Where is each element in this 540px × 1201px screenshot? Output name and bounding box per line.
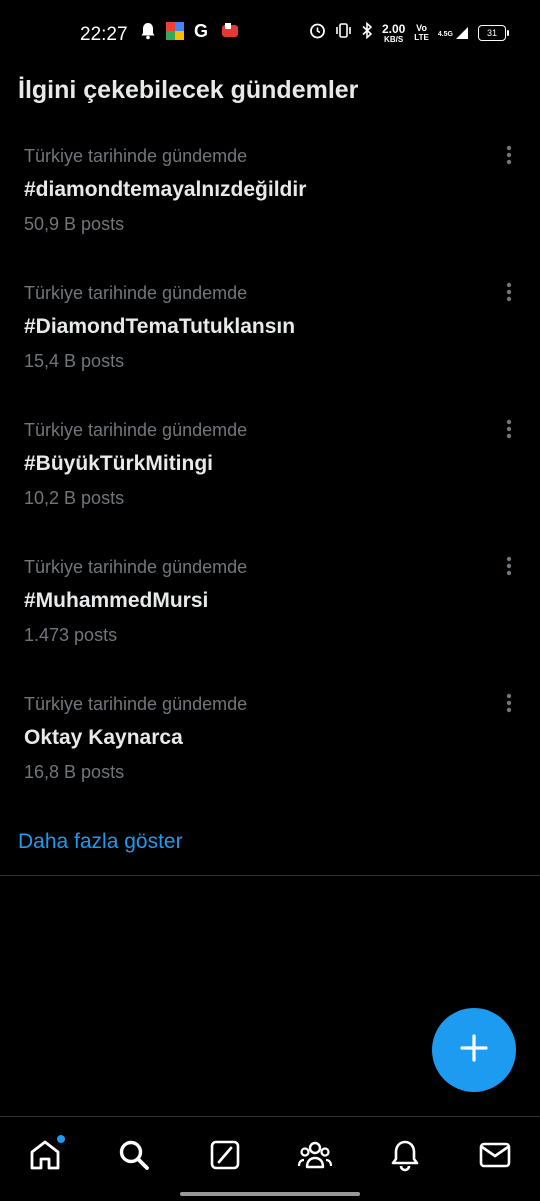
nav-messages[interactable] [477, 1139, 513, 1175]
volte-top: Vo [416, 23, 427, 33]
google-g-icon: G [194, 21, 210, 45]
vibrate-icon [335, 22, 352, 44]
trend-item[interactable]: Türkiye tarihinde gündemde #DiamondTemaT… [0, 282, 540, 420]
app-red-icon [220, 22, 240, 45]
network-speed: 2.00 KB/S [382, 23, 405, 44]
trend-name[interactable]: Oktay Kaynarca [24, 726, 183, 750]
trend-post-count: 16,8 B posts [24, 762, 125, 782]
battery-icon: 31 [478, 25, 509, 41]
trend-name[interactable]: #BüyükTürkMitingi [24, 452, 213, 476]
nav-grok[interactable] [207, 1139, 243, 1175]
battery-level: 31 [486, 28, 497, 38]
trend-item[interactable]: Türkiye tarihinde gündemde #MuhammedMurs… [0, 556, 540, 694]
network-speed-unit: KB/S [384, 34, 404, 44]
nav-notifications[interactable] [387, 1139, 423, 1175]
trend-context: Türkiye tarihinde gündemde [24, 420, 248, 440]
volte-indicator: Vo LTE [414, 23, 429, 43]
system-icons: 2.00 KB/S Vo LTE 4.5G 31 [309, 21, 509, 44]
more-options-icon[interactable] [496, 416, 522, 442]
trend-context: Türkiye tarihinde gündemde [24, 557, 248, 577]
network-speed-value: 2.00 [381, 21, 406, 36]
notification-icons: G [140, 21, 240, 45]
trend-context: Türkiye tarihinde gündemde [24, 283, 248, 303]
trend-post-count: 10,2 B posts [24, 488, 125, 508]
nav-search[interactable] [116, 1139, 152, 1175]
notifications-icon [389, 1138, 421, 1177]
trend-context: Türkiye tarihinde gündemde [24, 146, 248, 166]
messages-icon [479, 1141, 511, 1174]
more-options-icon[interactable] [496, 553, 522, 579]
more-options-icon[interactable] [496, 142, 522, 168]
more-options-icon[interactable] [496, 690, 522, 716]
trend-post-count: 50,9 B posts [24, 214, 125, 234]
app-badge-icon [166, 22, 184, 45]
home-indicator[interactable] [180, 1192, 360, 1196]
home-icon [28, 1138, 62, 1177]
trend-item[interactable]: Türkiye tarihinde gündemde Oktay Kaynarc… [0, 693, 540, 831]
trend-name[interactable]: #MuhammedMursi [24, 589, 208, 613]
trend-item[interactable]: Türkiye tarihinde gündemde #BüyükTürkMit… [0, 419, 540, 557]
divider [0, 875, 540, 876]
bluetooth-icon [361, 21, 373, 44]
trend-post-count: 1.473 posts [24, 625, 118, 645]
status-time: 22:27 [80, 24, 128, 45]
communities-icon [297, 1138, 333, 1177]
signal-label: 4.5G [437, 31, 453, 38]
show-more-link[interactable]: Daha fazla göster [18, 830, 183, 854]
bell-icon [140, 22, 156, 45]
nav-communities[interactable] [297, 1139, 333, 1175]
grok-icon [209, 1139, 241, 1176]
section-title: İlgini çekebilecek gündemler [18, 76, 359, 104]
search-icon [117, 1138, 151, 1177]
volte-bottom: LTE [414, 33, 429, 42]
bottom-navigation [0, 1116, 540, 1201]
svg-text:G: G [194, 22, 208, 40]
plus-icon [460, 1033, 488, 1067]
trend-name[interactable]: #diamondtemayalnızdeğildir [24, 178, 306, 202]
trend-context: Türkiye tarihinde gündemde [24, 694, 248, 714]
more-options-icon[interactable] [496, 279, 522, 305]
trend-name[interactable]: #DiamondTemaTutuklansın [24, 315, 295, 339]
status-bar: 22:27 G 2.00 KB/S Vo LTE 4.5G 31 [0, 0, 540, 70]
notification-dot [57, 1135, 65, 1143]
trend-post-count: 15,4 B posts [24, 351, 125, 371]
alarm-icon [309, 22, 326, 44]
trend-item[interactable]: Türkiye tarihinde gündemde #diamondtemay… [0, 145, 540, 283]
compose-button[interactable] [432, 1008, 516, 1092]
signal-icon: 4.5G [438, 26, 469, 40]
nav-home[interactable] [27, 1135, 65, 1177]
